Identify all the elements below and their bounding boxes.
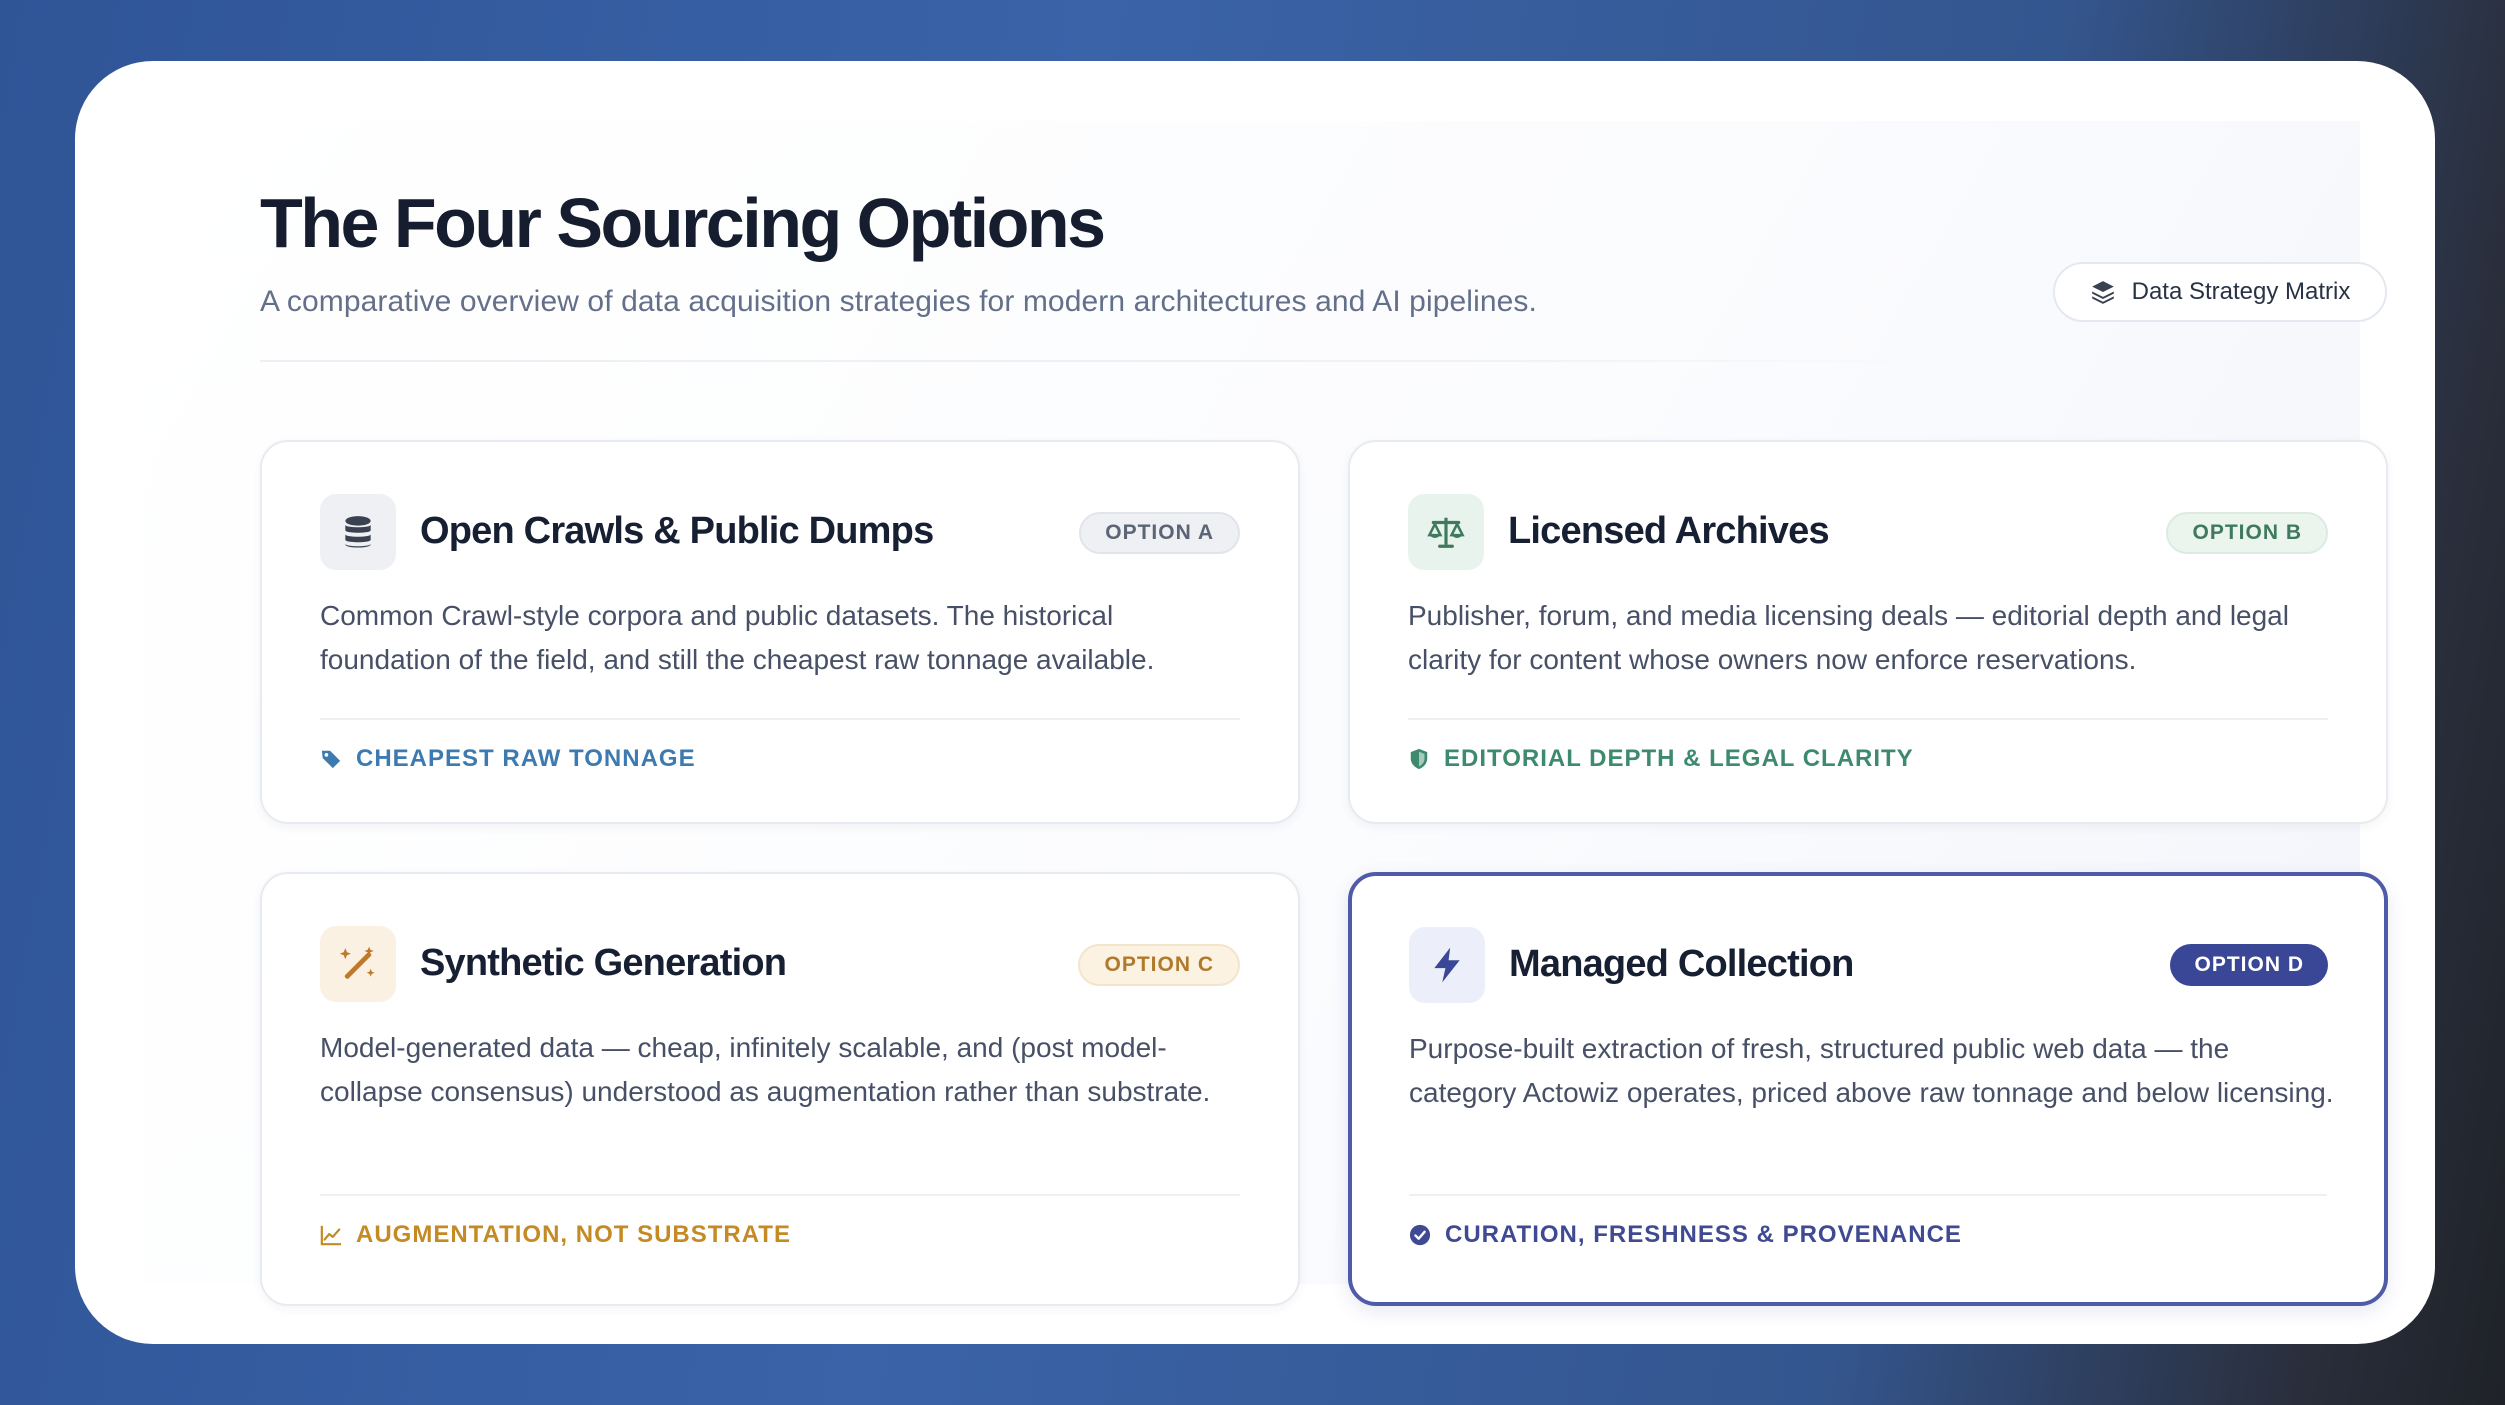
layers-icon <box>2091 281 2114 304</box>
magic-wand-icon <box>339 946 375 979</box>
slide-frame: The Four Sourcing Options A comparative … <box>75 61 2435 1344</box>
shield-icon <box>1410 748 1428 770</box>
scale-balance-icon <box>1427 517 1465 548</box>
card-title: Managed Collection <box>1509 943 1854 985</box>
card-description: Publisher, forum, and media licensing de… <box>1408 600 2289 675</box>
card-tag: CURATION, FRESHNESS & PROVENANCE <box>1409 1221 1962 1249</box>
card-tag: EDITORIAL DEPTH & LEGAL CLARITY <box>1408 745 1914 773</box>
lightning-bolt-icon <box>1434 947 1460 983</box>
card-title: Licensed Archives <box>1508 510 1830 552</box>
card-divider <box>320 1194 1240 1196</box>
option-card-licensed-archives: Licensed Archives OPTION B Publisher, fo… <box>1348 440 2388 824</box>
option-pill: OPTION D <box>2170 944 2328 986</box>
card-icon-box <box>320 926 396 1002</box>
card-description: Purpose-built extraction of fresh, struc… <box>1409 1033 2334 1108</box>
check-circle-icon <box>1409 1224 1431 1246</box>
database-icon <box>345 516 371 548</box>
card-tag-label: AUGMENTATION, NOT SUBSTRATE <box>356 1221 791 1248</box>
price-tag-icon <box>321 750 341 769</box>
card-icon-box <box>320 494 396 570</box>
line-chart-icon <box>320 1225 342 1246</box>
card-tag-label: EDITORIAL DEPTH & LEGAL CLARITY <box>1444 745 1914 772</box>
card-icon-box <box>1409 927 1485 1003</box>
option-pill: OPTION B <box>2166 512 2328 554</box>
card-divider <box>320 718 1240 720</box>
card-tag: CHEAPEST RAW TONNAGE <box>320 745 696 773</box>
card-icon-box <box>1408 494 1484 570</box>
card-tag-label: CHEAPEST RAW TONNAGE <box>356 745 696 772</box>
option-pill: OPTION C <box>1078 944 1240 986</box>
data-strategy-matrix-badge: Data Strategy Matrix <box>2053 262 2387 322</box>
card-divider <box>1409 1194 2327 1196</box>
badge-label: Data Strategy Matrix <box>2131 278 2351 305</box>
card-divider <box>1408 718 2328 720</box>
page-subtitle: A comparative overview of data acquisiti… <box>260 285 1537 318</box>
card-tag-label: CURATION, FRESHNESS & PROVENANCE <box>1445 1221 1962 1248</box>
header-divider <box>260 360 1960 362</box>
option-card-synthetic-generation: Synthetic Generation OPTION C Model-gene… <box>260 872 1300 1306</box>
option-pill: OPTION A <box>1079 512 1240 554</box>
option-card-open-crawls: Open Crawls & Public Dumps OPTION A Comm… <box>260 440 1300 824</box>
card-description: Common Crawl-style corpora and public da… <box>320 600 1155 675</box>
card-tag: AUGMENTATION, NOT SUBSTRATE <box>320 1221 791 1249</box>
card-title: Open Crawls & Public Dumps <box>420 510 934 552</box>
card-description: Model-generated data — cheap, infinitely… <box>320 1032 1211 1107</box>
card-title: Synthetic Generation <box>420 942 787 984</box>
page-title: The Four Sourcing Options <box>260 184 1106 262</box>
option-card-managed-collection: Managed Collection OPTION D Purpose-buil… <box>1348 872 2388 1306</box>
